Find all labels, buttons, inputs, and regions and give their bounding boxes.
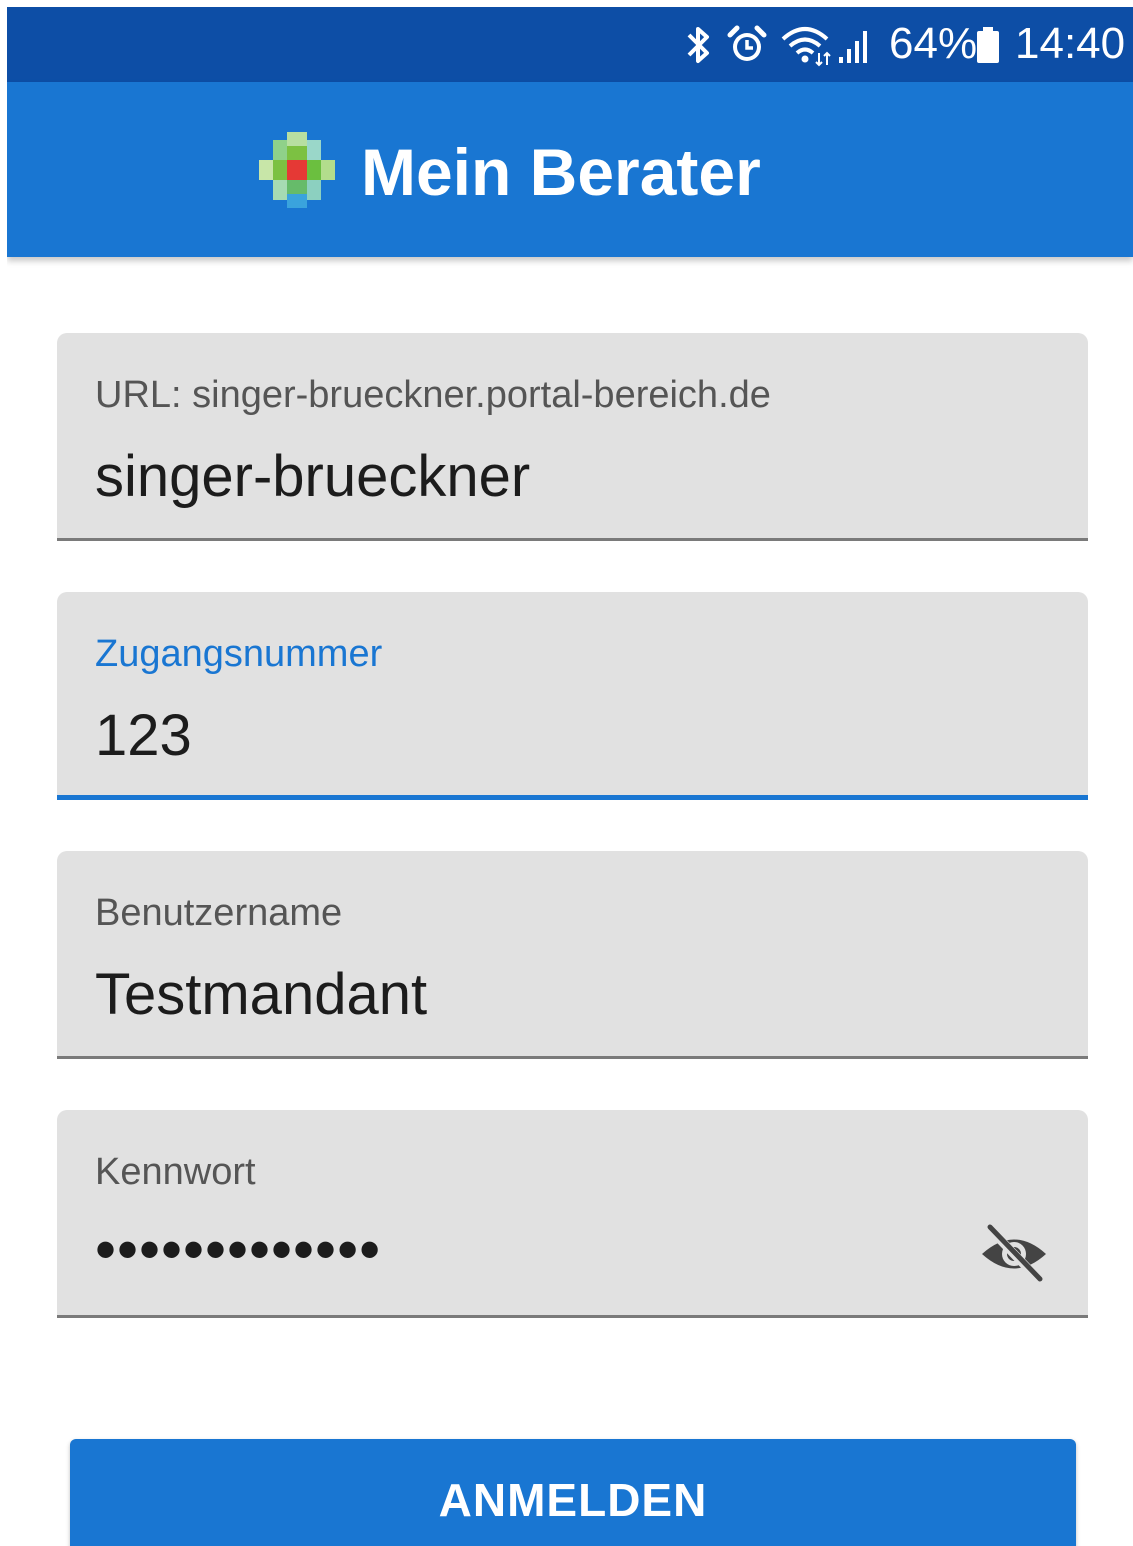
cell-signal-icon	[837, 7, 873, 82]
battery-percent: 64%	[889, 19, 978, 68]
username-label: Benutzername	[95, 892, 343, 934]
url-field-value[interactable]: singer-brueckner	[95, 443, 530, 511]
login-button[interactable]: ANMELDEN	[70, 1439, 1076, 1546]
wifi-icon	[781, 7, 833, 82]
password-value[interactable]: •••••••••••••	[95, 1216, 381, 1284]
password-field[interactable]: Kennwort •••••••••••••	[57, 1110, 1088, 1318]
clock: 14:40	[1015, 19, 1126, 68]
app-title: Mein Berater	[361, 135, 761, 209]
username-field[interactable]: Benutzername Testmandant	[57, 851, 1088, 1059]
access-number-field[interactable]: Zugangsnummer 123	[57, 592, 1088, 800]
bluetooth-icon	[683, 7, 713, 82]
url-field-label: URL: singer-brueckner.portal-bereich.de	[95, 374, 771, 416]
access-number-label: Zugangsnummer	[95, 633, 383, 675]
app-screen: 64% 14:40 Mein Berater URL: singer-bruec…	[7, 7, 1133, 1546]
app-bar: Mein Berater	[7, 82, 1133, 257]
battery-icon	[975, 7, 1001, 82]
visibility-off-icon[interactable]	[976, 1220, 1052, 1288]
status-bar: 64% 14:40	[7, 7, 1133, 82]
password-label: Kennwort	[95, 1151, 256, 1193]
url-field[interactable]: URL: singer-brueckner.portal-bereich.de …	[57, 333, 1088, 541]
access-number-value[interactable]: 123	[95, 702, 192, 770]
app-logo-icon	[259, 132, 335, 208]
alarm-icon	[725, 7, 769, 82]
username-value[interactable]: Testmandant	[95, 961, 427, 1029]
